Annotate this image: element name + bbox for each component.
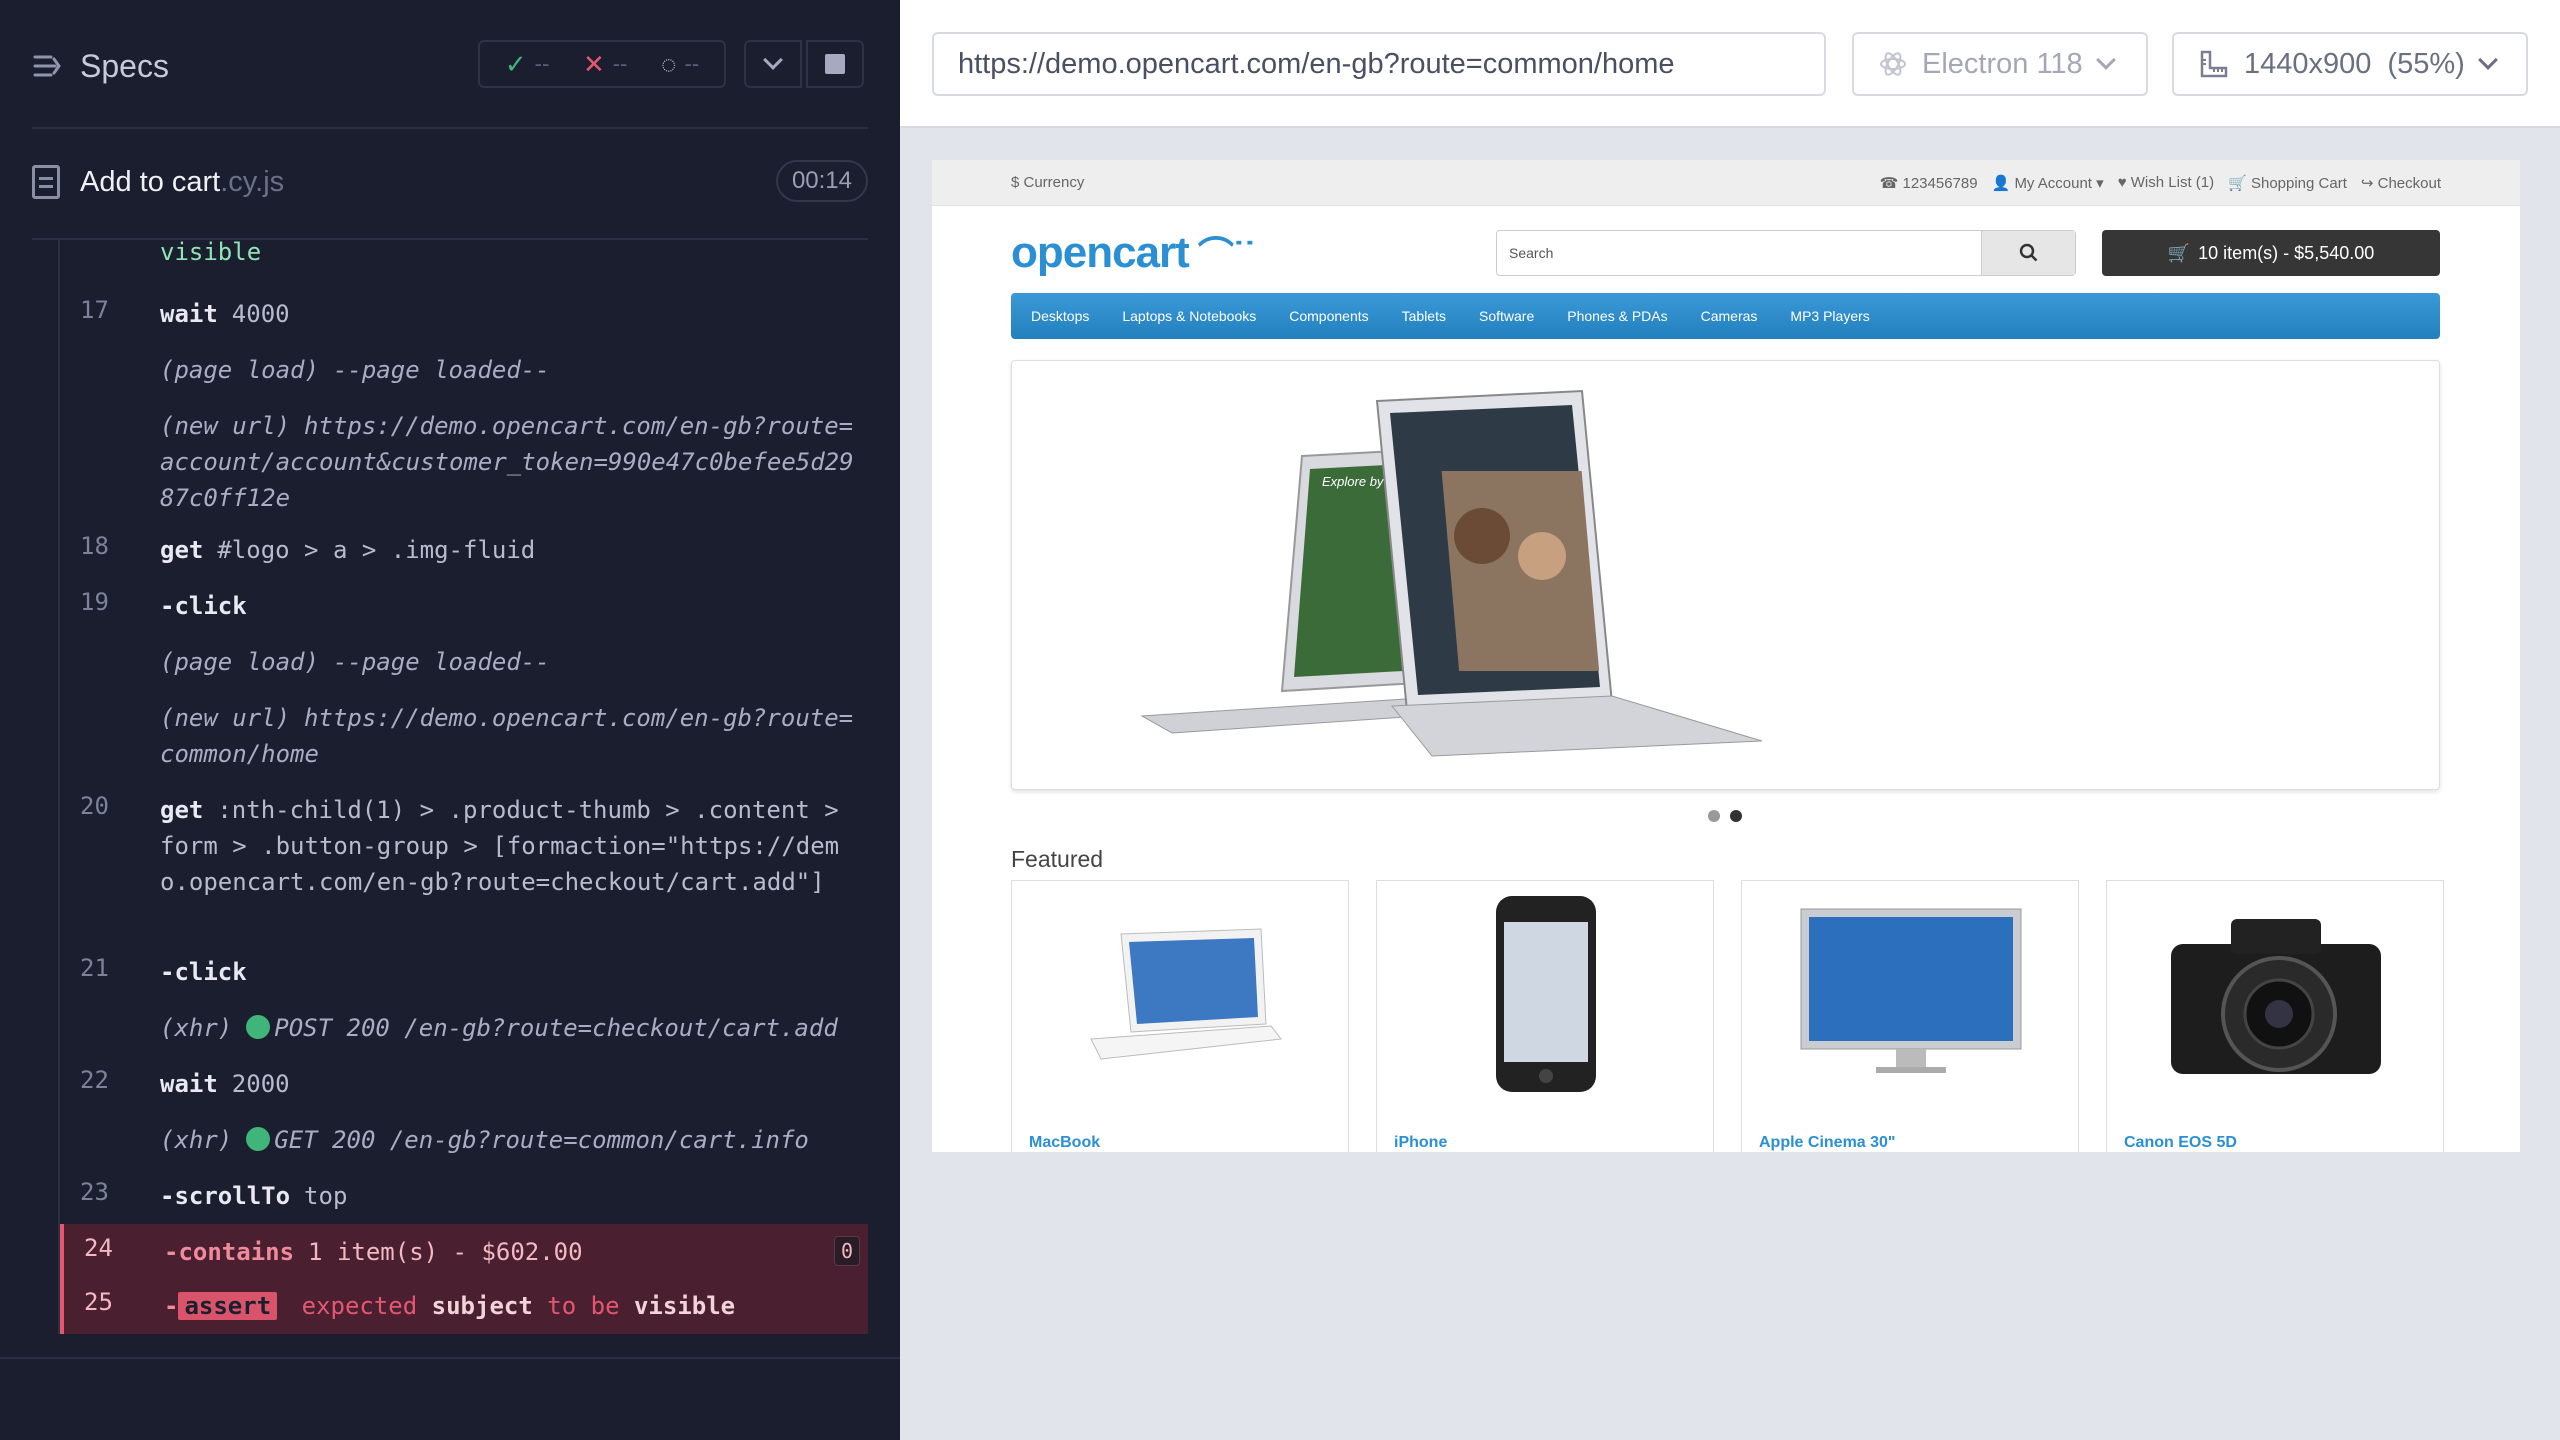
document-icon <box>32 165 60 199</box>
product-name[interactable]: Canon EOS 5D <box>2124 1134 2237 1152</box>
ruler-icon <box>2200 50 2228 78</box>
top-links: ☎ 123456789 👤 My Account ▾ ♥ Wish List (… <box>1880 174 2441 192</box>
product-name[interactable]: MacBook <box>1029 1134 1100 1152</box>
aut-url-bar[interactable]: https://demo.opencart.com/en-gb?route=co… <box>932 32 1826 96</box>
slide-dot[interactable] <box>1708 810 1720 822</box>
cart-icon: 🛒 <box>2167 242 2191 263</box>
spec-extension: .cy.js <box>220 165 285 198</box>
passed-stat: ✓ -- <box>504 48 550 79</box>
site-logo[interactable]: opencart ⌒˙˙ <box>1011 226 1256 278</box>
site-search: Search <box>1496 230 2076 276</box>
product-image[interactable] <box>1032 889 1330 1099</box>
menu-item-cameras[interactable]: Cameras <box>1701 308 1758 324</box>
chevron-down-icon <box>763 50 783 70</box>
product-name[interactable]: Apple Cinema 30" <box>1759 1134 1896 1152</box>
iphone-image <box>1496 896 1596 1092</box>
command-arg: 4000 <box>231 300 290 328</box>
spec-name: Add to cart <box>80 165 221 198</box>
camera-image <box>2171 919 2381 1074</box>
product-card: MacBook <box>1011 880 1349 1152</box>
run-stats: ✓ -- ✕ -- ◌ -- <box>478 40 726 88</box>
macbook-image <box>1090 928 1282 1060</box>
wishlist-link[interactable]: ♥ Wish List (1) <box>2118 174 2214 192</box>
stop-button[interactable] <box>806 40 864 88</box>
command-number: 17 <box>80 296 109 324</box>
menu-item-phones[interactable]: Phones & PDAs <box>1567 308 1667 324</box>
divider <box>32 127 868 129</box>
chevron-down-icon <box>2095 50 2116 70</box>
failed-command-row[interactable]: 24 -contains 1 item(s) - $602.00 0 <box>60 1224 868 1280</box>
divider <box>0 1357 900 1359</box>
stop-icon <box>825 54 845 74</box>
slideshow-pagination <box>1708 810 1742 822</box>
slide-dot-active[interactable] <box>1730 810 1742 822</box>
browser-name: Electron 118 <box>1922 47 2083 80</box>
product-name[interactable]: iPhone <box>1394 1134 1447 1152</box>
currency-dropdown[interactable]: $ Currency <box>1011 174 1084 191</box>
cinema-display-image <box>1800 908 2022 1073</box>
viewport-size: 1440x900 <box>2244 47 2372 80</box>
product-image[interactable] <box>1397 889 1695 1099</box>
check-icon: ✓ <box>504 48 527 79</box>
menu-item-components[interactable]: Components <box>1289 308 1368 324</box>
spinner-icon: ◌ <box>661 48 677 79</box>
spec-title-row: Add to cart .cy.js 00:14 <box>32 156 868 208</box>
aut-iframe: $ Currency ☎ 123456789 👤 My Account ▾ ♥ … <box>932 160 2520 1152</box>
search-icon <box>2019 243 2037 262</box>
shopping-cart-link[interactable]: 🛒 Shopping Cart <box>2228 174 2347 192</box>
product-card: iPhone <box>1376 880 1714 1152</box>
my-account-link[interactable]: 👤 My Account ▾ <box>1992 174 2104 192</box>
command-name: wait <box>160 300 218 328</box>
viewport-scale: (55%) <box>2387 47 2465 80</box>
product-image[interactable] <box>2127 889 2425 1099</box>
assert-badge: assert <box>178 1292 278 1320</box>
menu-item-tablets[interactable]: Tablets <box>1402 308 1446 324</box>
chevron-down-icon <box>2477 50 2498 70</box>
hero-slideshow[interactable]: Explore by land. <box>1011 360 2440 790</box>
menu-item-laptops[interactable]: Laptops & Notebooks <box>1122 308 1256 324</box>
checkout-link[interactable]: ↪ Checkout <box>2361 174 2441 192</box>
menu-item-mp3[interactable]: MP3 Players <box>1790 308 1869 324</box>
pending-stat: ◌ -- <box>661 48 700 79</box>
product-card: Canon EOS 5D <box>2106 880 2444 1152</box>
featured-products: MacBook iPhone Apple Cinema 30" Canon EO… <box>1011 880 2444 1152</box>
search-input[interactable]: Search <box>1497 231 1981 275</box>
aut-header: https://demo.opencart.com/en-gb?route=co… <box>900 0 2560 128</box>
search-button[interactable] <box>1981 231 2075 275</box>
browser-selector[interactable]: Electron 118 <box>1852 32 2148 96</box>
featured-heading: Featured <box>1011 846 1104 872</box>
macbook-air-image: Explore by land. <box>1140 389 1763 757</box>
viewport-selector[interactable]: 1440x900 (55%) <box>2172 32 2528 96</box>
command-row[interactable]: 17 wait 4000 <box>60 296 868 330</box>
specs-menu-icon[interactable] <box>32 50 64 82</box>
status-dot-icon <box>246 1015 271 1039</box>
specs-title[interactable]: Specs <box>80 48 169 85</box>
status-dot-icon <box>246 1127 271 1151</box>
reporter-header: Specs <box>32 24 868 108</box>
cart-button[interactable]: 🛒 10 item(s) - $5,540.00 <box>2102 230 2440 276</box>
product-image[interactable] <box>1762 889 2060 1099</box>
spec-duration: 00:14 <box>775 160 868 202</box>
failed-assert-row[interactable]: 25 - assert expected subject to be visibl… <box>60 1280 868 1334</box>
expand-collapse-button[interactable] <box>744 40 802 88</box>
site-topbar: $ Currency ☎ 123456789 👤 My Account ▾ ♥ … <box>932 160 2520 206</box>
element-count-badge: 0 <box>834 1236 860 1266</box>
cart-logo-icon: ⌒˙˙ <box>1188 234 1256 275</box>
product-card: Apple Cinema 30" <box>1741 880 2079 1152</box>
x-icon: ✕ <box>582 48 605 79</box>
command-list: visible 17 wait 4000 (page load) --page lo… <box>58 240 868 1334</box>
menu-item-desktops[interactable]: Desktops <box>1031 308 1089 324</box>
phone-link[interactable]: ☎ 123456789 <box>1880 174 1978 192</box>
failed-stat: ✕ -- <box>582 48 628 79</box>
command-log-panel: Specs ✓ -- ✕ -- ◌ -- Add to cart .cy.js 00:1… <box>0 0 900 1440</box>
menu-item-software[interactable]: Software <box>1479 308 1534 324</box>
electron-icon <box>1880 52 1906 76</box>
category-menu: Desktops Laptops & Notebooks Components … <box>1011 293 2440 339</box>
